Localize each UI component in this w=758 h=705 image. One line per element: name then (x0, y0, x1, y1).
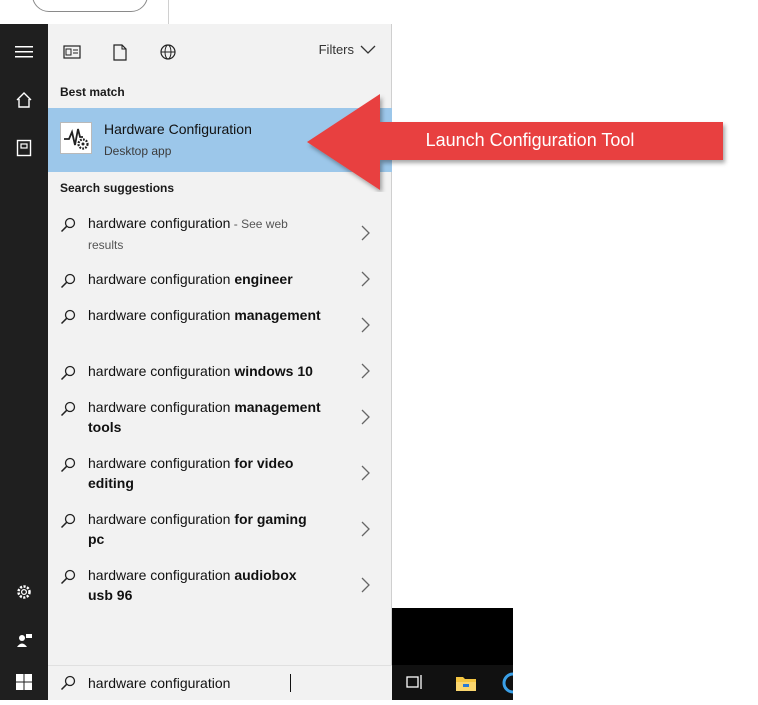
suggestion-text: hardware configuration audiobox usb 96 (88, 565, 324, 605)
suggestion-text: hardware configuration for video editing (88, 453, 324, 493)
search-icon (60, 401, 76, 417)
best-match-title: Hardware Configuration (104, 121, 252, 137)
suggestion-text: hardware configuration management tools (88, 397, 324, 437)
web-scope-icon[interactable] (156, 40, 180, 64)
search-icon (60, 309, 76, 325)
chevron-right-icon[interactable] (358, 363, 372, 379)
filters-button[interactable]: Filters (319, 42, 376, 57)
suggestion-item[interactable]: hardware configuration management tools (48, 397, 392, 449)
search-input[interactable] (88, 672, 368, 694)
chevron-right-icon[interactable] (358, 317, 372, 333)
search-icon (60, 457, 76, 473)
search-icon (60, 273, 76, 289)
suggestion-query: hardware configuration (88, 511, 235, 527)
suggestion-item[interactable]: hardware configuration audiobox usb 96 (48, 565, 392, 617)
search-box[interactable] (48, 665, 392, 700)
hamburger-menu-icon[interactable] (12, 40, 36, 64)
apps-scope-icon[interactable] (60, 40, 84, 64)
background-window-area (392, 608, 513, 665)
best-match-subtitle: Desktop app (104, 144, 172, 158)
best-match-heading: Best match (60, 85, 125, 99)
suggestion-item[interactable]: hardware configuration for video editing (48, 453, 392, 505)
taskbar (392, 665, 513, 700)
search-icon (60, 675, 76, 691)
chevron-right-icon[interactable] (358, 521, 372, 537)
search-icon (60, 569, 76, 585)
suggestion-item[interactable]: hardware configuration windows 10 (48, 361, 392, 393)
start-button[interactable] (0, 665, 48, 700)
suggestion-completion: engineer (234, 271, 293, 287)
filters-label: Filters (318, 42, 354, 57)
chevron-right-icon[interactable] (358, 271, 372, 287)
suggestion-query: hardware configuration (88, 455, 235, 471)
suggestion-completion: management (234, 307, 321, 323)
text-caret (290, 674, 291, 692)
callout-text: Launch Configuration Tool (425, 130, 635, 150)
notebook-icon[interactable] (12, 136, 36, 160)
background-divider (168, 0, 169, 24)
browser-icon[interactable] (502, 672, 513, 694)
suggestion-item[interactable]: hardware configuration engineer (48, 269, 392, 301)
hardware-configuration-app-icon (60, 122, 92, 154)
suggestion-query: hardware configuration (88, 307, 235, 323)
search-icon (60, 513, 76, 529)
suggestion-text: hardware configuration for gaming pc (88, 509, 324, 549)
chevron-right-icon[interactable] (358, 577, 372, 593)
suggestion-item[interactable]: hardware configuration management (48, 305, 392, 357)
suggestion-item[interactable]: hardware configuration - See web results (48, 213, 392, 265)
suggestion-text: hardware configuration windows 10 (88, 361, 324, 381)
suggestion-query: hardware configuration (88, 363, 235, 379)
suggestion-query: hardware configuration (88, 567, 235, 583)
file-explorer-icon[interactable] (455, 674, 477, 692)
suggestion-text: hardware configuration engineer (88, 269, 324, 289)
windows-start-icon (16, 674, 32, 690)
suggestion-text: hardware configuration management (88, 305, 324, 325)
start-rail (0, 24, 48, 665)
suggestion-completion: windows 10 (234, 363, 313, 379)
feedback-icon[interactable] (12, 628, 36, 652)
chevron-right-icon[interactable] (358, 409, 372, 425)
suggestion-query: hardware configuration (88, 215, 231, 231)
search-icon (60, 217, 76, 233)
search-icon (60, 365, 76, 381)
suggestion-query: hardware configuration (88, 271, 235, 287)
chevron-right-icon[interactable] (358, 225, 372, 241)
chevron-right-icon[interactable] (358, 465, 372, 481)
chevron-down-icon (360, 45, 376, 54)
background-save-button[interactable]: Save (32, 0, 148, 12)
suggestion-item[interactable]: hardware configuration for gaming pc (48, 509, 392, 561)
home-icon[interactable] (12, 88, 36, 112)
suggestion-query: hardware configuration (88, 399, 235, 415)
task-view-icon[interactable] (406, 674, 424, 690)
search-suggestions-heading: Search suggestions (60, 181, 175, 195)
scope-toolbar: Filters (48, 24, 392, 80)
documents-scope-icon[interactable] (108, 40, 132, 64)
settings-icon[interactable] (12, 580, 36, 604)
suggestion-text: hardware configuration - See web results (88, 213, 324, 255)
